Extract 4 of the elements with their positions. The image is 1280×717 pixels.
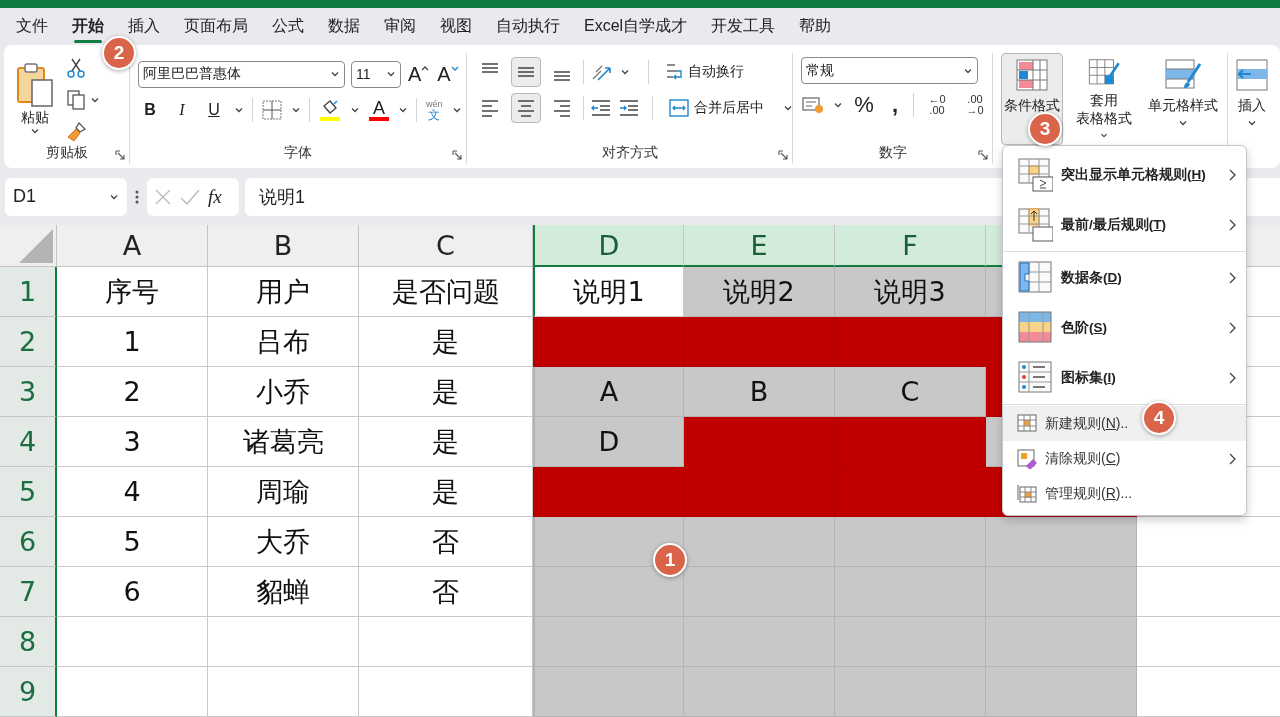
group-label: 字体 (284, 144, 312, 162)
group-label: 剪贴板 (45, 144, 88, 162)
group-label: 对齐方式 (601, 144, 658, 162)
group-label: 数字 (878, 144, 907, 162)
